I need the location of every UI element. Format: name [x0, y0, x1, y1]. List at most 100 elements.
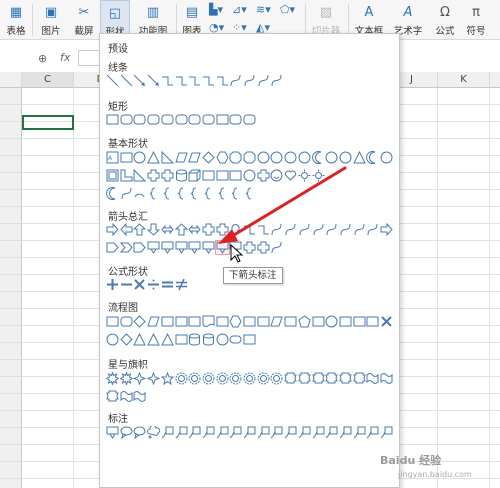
column-header[interactable]: K: [438, 72, 490, 88]
shape-wave[interactable]: [366, 372, 379, 385]
shape-pent[interactable]: [298, 315, 311, 328]
row-header[interactable]: [0, 309, 22, 326]
shape-diamond[interactable]: [119, 333, 133, 346]
shape-elbow[interactable]: [188, 74, 201, 87]
shape-chevron[interactable]: [119, 241, 133, 254]
shape-ribbon[interactable]: [311, 372, 325, 385]
shape-rrect[interactable]: [188, 113, 201, 126]
shape-elbow[interactable]: [257, 223, 270, 236]
shape-cross[interactable]: [161, 169, 174, 182]
shape-rect[interactable]: [366, 315, 379, 328]
shape-ribbon[interactable]: [339, 372, 352, 385]
row-header[interactable]: [0, 360, 22, 377]
shape-elbow[interactable]: [202, 74, 215, 87]
shape-darrow[interactable]: [147, 223, 161, 236]
shape-rarrow[interactable]: [380, 223, 393, 236]
shape-circle[interactable]: [243, 169, 256, 182]
shape-circle[interactable]: [133, 151, 146, 164]
shape-cylinder[interactable]: [175, 169, 188, 182]
shape-lineCallout[interactable]: [161, 426, 174, 439]
row-header[interactable]: [0, 173, 22, 190]
shape-lrarrow[interactable]: [188, 223, 201, 236]
shape-para[interactable]: [188, 151, 201, 164]
shape-cross[interactable]: [243, 241, 256, 254]
shape-cube[interactable]: [188, 169, 201, 182]
shape-lineCallout[interactable]: [353, 426, 366, 439]
shape-rrect[interactable]: [202, 113, 215, 126]
shape-rect[interactable]: [216, 113, 229, 126]
shape-brace[interactable]: [202, 187, 215, 200]
shape-seal[interactable]: [202, 372, 215, 385]
shape-diamond[interactable]: [133, 315, 147, 328]
shape-pentarrow[interactable]: [106, 241, 119, 254]
row-header[interactable]: [0, 156, 22, 173]
shape-ovalCallout[interactable]: [120, 426, 133, 439]
shape-curve[interactable]: [270, 241, 283, 254]
shape-rrect[interactable]: [133, 113, 146, 126]
shape-star4[interactable]: [147, 372, 161, 385]
shape-seal[interactable]: [175, 372, 188, 385]
shape-elbow[interactable]: [216, 74, 229, 87]
shape-uarrow[interactable]: [133, 223, 147, 236]
shape-arrowline[interactable]: [133, 74, 146, 87]
shape-lineCallout[interactable]: [298, 426, 311, 439]
shape-callout[interactable]: [147, 241, 160, 254]
shape-cylinder[interactable]: [202, 333, 215, 346]
shape-seal[interactable]: [229, 372, 242, 385]
shape-curve[interactable]: [120, 187, 133, 200]
shape-hex[interactable]: [216, 151, 229, 164]
shape-callout[interactable]: [161, 241, 174, 254]
active-cell[interactable]: [22, 115, 74, 130]
row-header[interactable]: [0, 207, 22, 224]
shape-moon[interactable]: [366, 151, 379, 164]
shape-curve[interactable]: [366, 223, 379, 236]
shape-ribbon[interactable]: [106, 390, 119, 403]
shape-rect[interactable]: [284, 315, 297, 328]
shape-rect[interactable]: [243, 333, 256, 346]
shape-circle[interactable]: [380, 151, 393, 164]
shape-cloudCallout[interactable]: [147, 426, 161, 439]
row-header[interactable]: [0, 411, 22, 428]
shape-cross[interactable]: [202, 223, 215, 236]
picture-button[interactable]: ▣ 图片: [35, 0, 67, 40]
shape-moon[interactable]: [106, 187, 119, 200]
column-header[interactable]: C: [22, 72, 74, 88]
shape-tri[interactable]: [133, 333, 147, 346]
shape-curve[interactable]: [353, 223, 366, 236]
shape-rect[interactable]: [106, 113, 119, 126]
column-header[interactable]: L: [490, 72, 500, 88]
shape-line[interactable]: [120, 74, 133, 87]
shape-elbow[interactable]: [243, 223, 256, 236]
down-arrow-callout-shape[interactable]: [214, 240, 230, 255]
shape-rrect[interactable]: [229, 113, 242, 126]
shape-ovalCallout[interactable]: [133, 426, 146, 439]
symbol-button[interactable]: π 符号: [463, 0, 489, 40]
shape-cross[interactable]: [257, 169, 270, 182]
shape-circle[interactable]: [257, 151, 270, 164]
row-header[interactable]: [0, 445, 22, 462]
shape-rtri[interactable]: [161, 151, 174, 164]
shape-sun[interactable]: [298, 169, 311, 182]
row-header[interactable]: [0, 394, 22, 411]
shape-seal[interactable]: [257, 372, 270, 385]
shape-brace[interactable]: [188, 187, 201, 200]
shape-lrarrow[interactable]: [161, 223, 174, 236]
shape-circle[interactable]: [106, 333, 119, 346]
shape-ribbon[interactable]: [325, 372, 338, 385]
shape-ribbon[interactable]: [352, 372, 366, 385]
shape-curve[interactable]: [284, 223, 297, 236]
shape-brace[interactable]: [175, 187, 188, 200]
row-header[interactable]: [0, 275, 22, 292]
row-header[interactable]: [0, 326, 22, 343]
shape-para[interactable]: [270, 315, 284, 328]
shape-tri[interactable]: [147, 151, 160, 164]
shape-para[interactable]: [147, 315, 160, 328]
shape-curve[interactable]: [270, 74, 283, 87]
shape-burst[interactable]: [106, 372, 119, 385]
shape-curve[interactable]: [298, 223, 311, 236]
screenshot-button[interactable]: ✂ 截屏: [68, 0, 100, 40]
shape-wave[interactable]: [380, 372, 393, 385]
row-header[interactable]: [0, 105, 22, 122]
shape-circle[interactable]: [270, 151, 283, 164]
shape-text[interactable]: A: [106, 151, 119, 164]
